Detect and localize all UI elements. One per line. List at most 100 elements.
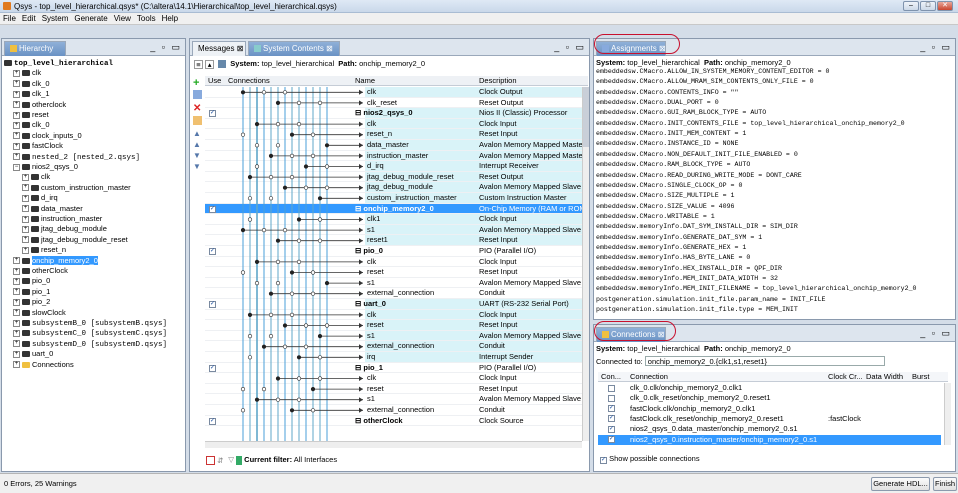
hierarchy-item[interactable]: + otherClock	[13, 266, 68, 275]
hierarchy-item[interactable]: − nios2_qsys_0	[13, 162, 78, 171]
hierarchy-item[interactable]: + nested_2 [nested_2.qsys]	[13, 152, 140, 162]
connection-dot[interactable]	[317, 334, 323, 339]
expand-toggle-icon[interactable]: +	[13, 69, 20, 77]
connection-checkbox[interactable]: ✓	[608, 415, 615, 423]
hierarchy-item[interactable]: + uart_0	[13, 349, 53, 358]
connection-dot[interactable]	[275, 100, 281, 105]
connection-dot[interactable]	[303, 185, 309, 190]
connection-row[interactable]: ✓ nios2_qsys_0.instruction_master/onchip_…	[598, 434, 941, 445]
connection-dot[interactable]	[282, 228, 288, 233]
move-up-icon[interactable]: ▲	[193, 140, 203, 151]
connection-dot[interactable]	[275, 143, 281, 148]
hierarchy-item[interactable]: + pio_0	[13, 276, 50, 285]
connection-checkbox[interactable]	[608, 384, 615, 392]
connection-dot[interactable]	[310, 153, 316, 158]
component-icon[interactable]	[193, 90, 202, 99]
connection-dot[interactable]	[268, 153, 274, 158]
connection-dot[interactable]	[247, 334, 253, 339]
connection-dot[interactable]	[282, 185, 288, 190]
col-connections[interactable]: Connections	[228, 76, 270, 86]
maximize-button[interactable]: □	[920, 1, 936, 11]
menu-file[interactable]: File	[0, 13, 19, 23]
filter-clear-icon[interactable]	[236, 455, 243, 465]
connection-checkbox[interactable]: ✓	[608, 405, 615, 413]
tab-system-contents[interactable]: System Contents ⊠	[248, 41, 340, 56]
expand-toggle-icon[interactable]: +	[13, 361, 20, 369]
show-all-icon[interactable]	[206, 455, 215, 465]
connection-row[interactable]: ✓ nios2_qsys_0.data_master/onchip_memory2…	[598, 424, 941, 434]
hierarchy-item[interactable]: top_level_hierarchical	[4, 58, 113, 68]
move-down-icon[interactable]: ▼	[193, 151, 203, 162]
expand-toggle-icon[interactable]: +	[13, 80, 20, 88]
tab-messages[interactable]: Messages ⊠	[192, 41, 246, 56]
col-clock-crossing[interactable]: Clock Cr...	[828, 372, 863, 382]
hierarchy-item[interactable]: + otherclock	[13, 100, 66, 109]
connection-dot[interactable]	[275, 121, 281, 127]
connection-dot[interactable]	[317, 376, 323, 381]
connection-dot[interactable]	[254, 259, 260, 264]
filter-icon[interactable]: ▽	[228, 455, 234, 464]
connection-dot[interactable]	[317, 100, 323, 105]
expand-toggle-icon[interactable]: +	[13, 132, 20, 140]
connection-dot[interactable]	[289, 408, 295, 413]
hierarchy-item[interactable]: + Connections	[13, 360, 74, 369]
col-use[interactable]: Use	[208, 76, 221, 86]
expand-toggle-icon[interactable]: +	[22, 173, 29, 181]
hierarchy-item[interactable]: + data_master	[22, 204, 83, 213]
hierarchy-item[interactable]: + pio_1	[13, 287, 50, 296]
connection-dot[interactable]	[317, 217, 323, 222]
connection-dot[interactable]	[303, 323, 309, 328]
connection-checkbox[interactable]	[608, 394, 615, 402]
hierarchy-item[interactable]: + jtag_debug_module_reset	[22, 235, 128, 244]
connection-row[interactable]: clk_0.clk_reset/onchip_memory2_0.reset1	[598, 393, 941, 403]
connection-dot[interactable]	[268, 312, 274, 317]
move-down-bottom-icon[interactable]: ▼	[193, 162, 203, 173]
connection-dot[interactable]	[289, 291, 295, 296]
use-checkbox[interactable]: ✓	[209, 417, 216, 425]
connection-row[interactable]: clk_0.clk/onchip_memory2_0.clk1	[598, 383, 941, 393]
connection-dot[interactable]	[296, 217, 302, 222]
hierarchy-item[interactable]: + d_irq	[22, 193, 58, 202]
col-data-width[interactable]: Data Width	[866, 372, 903, 382]
hierarchy-item[interactable]: + custom_instruction_master	[22, 183, 131, 192]
connection-dot[interactable]	[324, 164, 330, 169]
use-checkbox[interactable]: ✓	[209, 248, 216, 255]
connection-dot[interactable]	[254, 164, 260, 169]
connection-dot[interactable]	[247, 174, 253, 180]
hierarchy-item[interactable]: + fastClock	[13, 141, 63, 150]
minimize-button[interactable]: –	[903, 1, 919, 11]
connection-dot[interactable]	[254, 397, 260, 402]
connection-dot[interactable]	[317, 196, 323, 201]
connection-dot[interactable]	[254, 281, 260, 286]
connection-dot[interactable]	[296, 100, 302, 105]
expand-toggle-icon[interactable]: +	[13, 350, 20, 358]
menu-help[interactable]: Help	[159, 13, 181, 23]
connections-vscrollbar[interactable]	[944, 383, 951, 445]
hierarchy-item[interactable]: + reset	[13, 110, 49, 119]
hierarchy-item[interactable]: + clock_inputs_0	[13, 131, 82, 140]
grid-vscroll-thumb[interactable]	[583, 87, 589, 147]
hierarchy-item[interactable]: + clk_0	[13, 79, 50, 88]
hierarchy-item[interactable]: + pio_2	[13, 297, 50, 306]
connection-dot[interactable]	[310, 291, 316, 296]
expand-toggle-icon[interactable]: +	[13, 277, 20, 285]
expand-toggle-icon[interactable]: +	[22, 236, 29, 244]
expand-toggle-icon[interactable]: +	[13, 101, 20, 109]
expand-toggle-icon[interactable]: +	[13, 298, 20, 306]
connection-dot[interactable]	[240, 228, 246, 233]
expand-toggle-icon[interactable]: +	[13, 288, 20, 296]
connection-dot[interactable]	[296, 259, 302, 264]
connection-dot[interactable]	[296, 397, 302, 402]
add-component-icon[interactable]: +	[193, 77, 203, 90]
connection-dot[interactable]	[303, 164, 309, 169]
connection-dot[interactable]	[240, 387, 246, 392]
panel-window-controls-icon[interactable]: _ ▫ ▭	[150, 42, 182, 53]
show-possible-checkbox[interactable]: ✓	[600, 457, 607, 464]
connection-dot[interactable]	[310, 408, 316, 413]
connection-dot[interactable]	[247, 312, 253, 317]
connection-dot[interactable]	[261, 387, 267, 392]
assignments-window-controls-icon[interactable]: _ ▫ ▭	[920, 42, 952, 53]
connection-dot[interactable]	[240, 90, 246, 95]
connections-window-controls-icon[interactable]: _ ▫ ▭	[920, 328, 952, 339]
use-checkbox[interactable]: ✓	[209, 205, 216, 213]
